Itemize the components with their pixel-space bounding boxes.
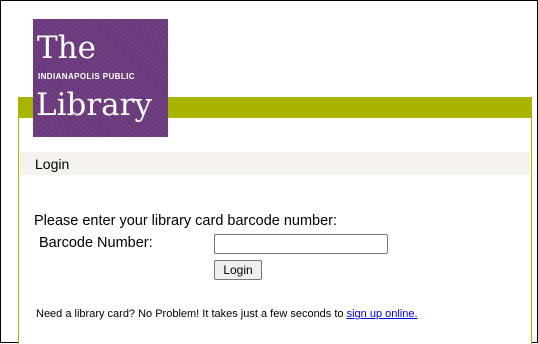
signup-note-text: Need a library card? No Problem! It take… bbox=[36, 308, 347, 320]
library-logo: The INDIANAPOLIS PUBLIC Library bbox=[33, 19, 168, 137]
logo-subtitle: INDIANAPOLIS PUBLIC bbox=[38, 72, 135, 81]
login-button[interactable]: Login bbox=[214, 260, 262, 280]
section-header: Login bbox=[19, 152, 530, 175]
page-frame: The INDIANAPOLIS PUBLIC Library Login Pl… bbox=[0, 0, 538, 344]
barcode-input[interactable] bbox=[214, 234, 388, 254]
logo-word-library: Library bbox=[36, 87, 152, 123]
logo-word-the: The bbox=[37, 30, 96, 66]
signup-note: Need a library card? No Problem! It take… bbox=[36, 307, 476, 322]
barcode-label: Barcode Number: bbox=[39, 235, 153, 251]
barcode-prompt: Please enter your library card barcode n… bbox=[34, 213, 338, 229]
section-title: Login bbox=[35, 156, 70, 172]
signup-link[interactable]: sign up online. bbox=[347, 308, 418, 320]
